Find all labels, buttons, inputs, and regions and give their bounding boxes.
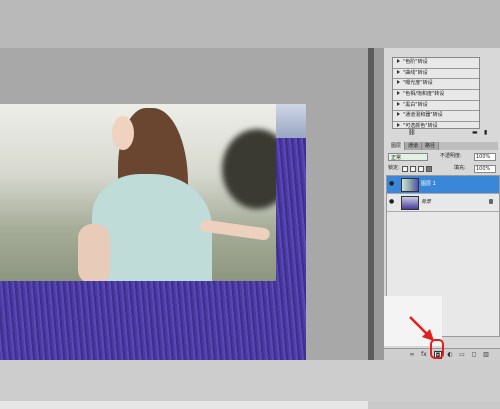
- action-label: "黑白"转设: [403, 101, 428, 108]
- action-item[interactable]: "通道混和器"转设: [393, 111, 479, 123]
- tab-channels[interactable]: 通道: [405, 142, 423, 150]
- panel-delete-icon[interactable]: ▮: [484, 129, 487, 136]
- group-icon[interactable]: ▭: [458, 351, 466, 359]
- lock-position-icon[interactable]: [418, 166, 424, 172]
- tab-paths[interactable]: 路径: [422, 142, 440, 150]
- expand-triangle-icon[interactable]: [397, 112, 400, 117]
- action-label: "色阶"转设: [403, 59, 428, 65]
- expand-triangle-icon[interactable]: [397, 123, 400, 128]
- lock-icon: [489, 199, 493, 204]
- actions-list: "色阶"转设 "曲线"转设 "曝光度"转设 "色相/饱和度"转设 "黑白"转设 …: [392, 57, 480, 129]
- action-label: "曝光度"转设: [403, 80, 433, 87]
- layer-row[interactable]: ● 背景: [387, 194, 499, 212]
- sky-strip: [275, 104, 306, 138]
- action-label: "曲线"转设: [403, 69, 428, 76]
- layer-thumbnail: [401, 178, 419, 192]
- document-workspace: [0, 48, 368, 409]
- lock-all-icon[interactable]: [426, 166, 432, 172]
- new-layer-icon[interactable]: ◻: [470, 351, 478, 359]
- woman-photo-layer: [0, 104, 276, 281]
- panel-trash-icon[interactable]: ▬: [472, 129, 478, 136]
- layer-row[interactable]: ● 图层 1: [387, 176, 499, 194]
- top-gray-area: [0, 0, 500, 48]
- action-label: "通道混和器"转设: [403, 112, 443, 119]
- fx-icon[interactable]: fx: [420, 351, 428, 359]
- action-item[interactable]: "曝光度"转设: [393, 79, 479, 91]
- adjustment-icon[interactable]: ◐: [446, 351, 454, 359]
- blend-mode-select[interactable]: 正常: [388, 153, 428, 161]
- layers-tab-bar: 图层 通道 路径: [388, 142, 498, 150]
- left-arm-shape: [78, 224, 110, 281]
- expand-triangle-icon[interactable]: [397, 59, 400, 63]
- lock-pixels-icon[interactable]: [410, 166, 416, 172]
- action-item[interactable]: "色阶"转设: [393, 58, 479, 69]
- clip-icon[interactable]: ⛓: [408, 129, 416, 136]
- expand-triangle-icon[interactable]: [397, 91, 400, 96]
- horizontal-scrollbar[interactable]: [0, 400, 368, 409]
- action-label: "色相/饱和度"转设: [403, 91, 445, 98]
- action-item[interactable]: "色相/饱和度"转设: [393, 90, 479, 101]
- action-item[interactable]: "黑白"转设: [393, 101, 479, 112]
- action-item[interactable]: "曲线"转设: [393, 69, 479, 80]
- actions-footer: ⛓ ▬ ▮: [392, 129, 496, 137]
- layer-thumbnail: [401, 196, 419, 210]
- lock-label: 锁定:: [388, 165, 400, 171]
- expand-triangle-icon[interactable]: [397, 69, 400, 74]
- canvas-area[interactable]: [0, 48, 368, 372]
- red-arrow-icon: [409, 316, 434, 341]
- link-icon[interactable]: ∞: [408, 351, 416, 359]
- collapsed-panel-column: [374, 48, 384, 360]
- eye-icon[interactable]: ●: [389, 181, 395, 187]
- opacity-input[interactable]: 100%: [474, 153, 496, 161]
- layer-name: 背景: [421, 199, 432, 205]
- delete-icon[interactable]: ▥: [482, 351, 490, 359]
- lock-fill-row: 锁定: 填充: 100%: [388, 164, 498, 174]
- opacity-label: 不透明度:: [440, 153, 462, 159]
- body-shape: [92, 174, 212, 281]
- blend-opacity-row: 正常 不透明度: 100%: [388, 152, 498, 162]
- expand-triangle-icon[interactable]: [397, 101, 400, 106]
- lock-transparent-icon[interactable]: [402, 166, 408, 172]
- face-shape: [112, 116, 134, 150]
- expand-triangle-icon[interactable]: [397, 80, 400, 85]
- tab-layers[interactable]: 图层: [388, 142, 406, 150]
- fill-label: 填充:: [454, 165, 466, 171]
- fill-input[interactable]: 100%: [474, 165, 496, 173]
- tree-shape: [222, 129, 276, 209]
- layer-name: 图层 1: [421, 181, 436, 187]
- bottom-gray-area: [0, 360, 500, 401]
- right-panel: "色阶"转设 "曲线"转设 "曝光度"转设 "色相/饱和度"转设 "黑白"转设 …: [384, 48, 500, 361]
- eye-icon[interactable]: ●: [389, 199, 395, 205]
